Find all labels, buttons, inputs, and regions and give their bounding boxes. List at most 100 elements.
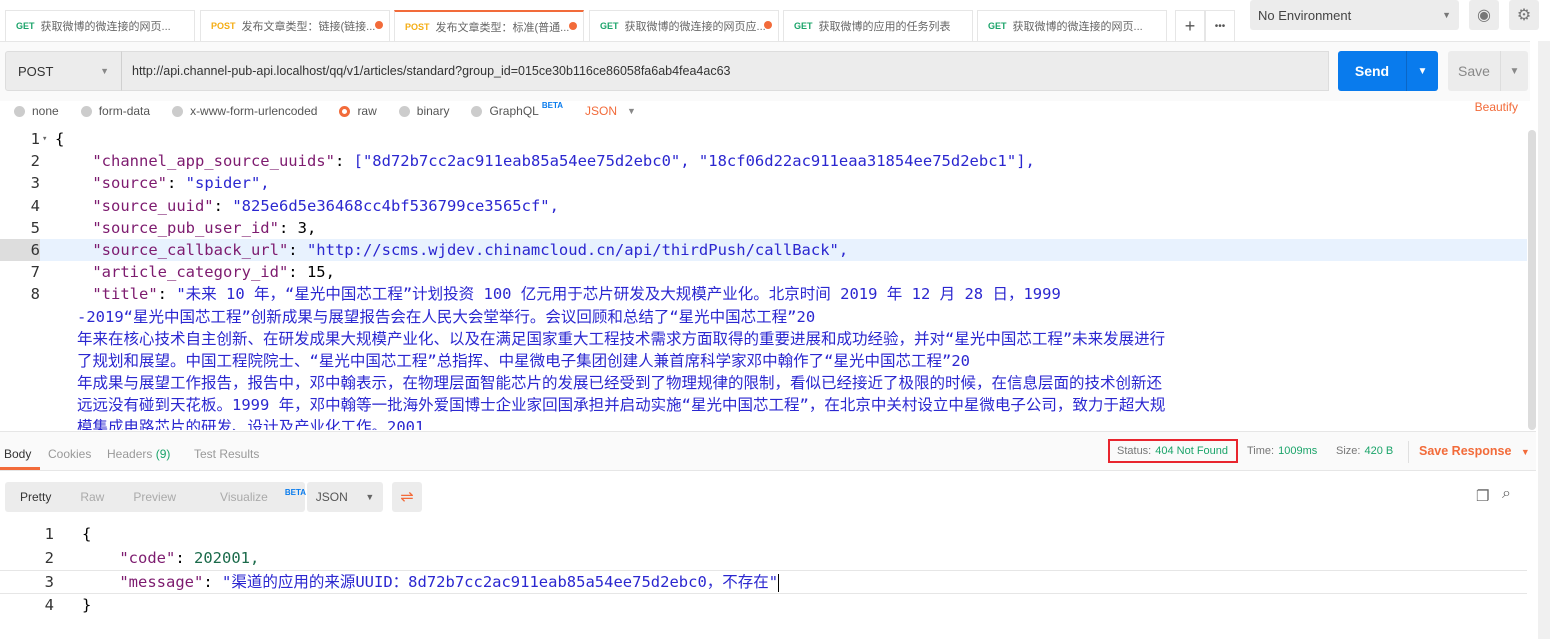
tab-method: GET xyxy=(794,21,813,31)
request-tab[interactable]: GET 获取微博的应用的任务列表 xyxy=(783,10,973,41)
search-icon[interactable]: ⌕ xyxy=(1502,485,1511,503)
tab-title: 发布文章类型：链接(链接... xyxy=(241,21,376,33)
json-value: "http://scms.wjdev.chinamcloud.cn/api/th… xyxy=(306,240,849,259)
send-options-chevron-icon[interactable]: ▼ xyxy=(1407,51,1438,91)
wrapped-line: 年来在核心技术自主创新、在研发成果大规模产业化、以及在满足国家重大工程技术需求方… xyxy=(77,329,1166,348)
divider xyxy=(1408,441,1409,463)
radio-icon xyxy=(398,105,410,117)
format-value: JSON xyxy=(315,490,348,504)
option-label: binary xyxy=(416,104,450,118)
new-tab-button[interactable]: + xyxy=(1175,10,1205,41)
json-value: "渠道的应用的来源UUID：8d72b7cc2ac911eab85a54ee75… xyxy=(222,573,779,592)
more-tabs-button[interactable]: ••• xyxy=(1205,10,1235,41)
save-options-chevron-icon[interactable]: ▼ xyxy=(1501,51,1528,91)
beta-badge: BETA xyxy=(284,488,307,497)
line-number: 1 xyxy=(30,130,40,148)
save-response-label: Save Response xyxy=(1419,444,1512,458)
line-number: 4 xyxy=(44,595,54,614)
json-key: "title" xyxy=(92,285,158,304)
tab-method: POST xyxy=(211,21,236,31)
chevron-down-icon: ▼ xyxy=(627,106,636,116)
view-raw[interactable]: Raw xyxy=(80,490,104,504)
size-label: Size: xyxy=(1336,445,1361,457)
response-format-select[interactable]: JSON ▼ xyxy=(307,482,383,512)
option-label: none xyxy=(32,104,59,118)
tab-method: POST xyxy=(405,21,430,32)
unsaved-dot-icon xyxy=(375,21,383,29)
json-key: "source" xyxy=(92,174,167,193)
json-key: "source_uuid" xyxy=(92,196,214,215)
json-value: "825e6d5e36468cc4bf536799ce3565cf", xyxy=(232,196,559,215)
editor-scrollbar[interactable] xyxy=(1528,130,1536,430)
tab-title: 获取微博的微连接的网页... xyxy=(40,21,171,33)
raw-format-select[interactable]: JSON ▼ xyxy=(585,104,636,118)
active-tab-indicator xyxy=(0,467,40,470)
json-value: ["8d72b7cc2ac911eab85a54ee75d2ebc0", "18… xyxy=(353,152,1035,171)
save-button-group: Save ▼ xyxy=(1448,51,1528,91)
response-time: Time: 1009ms xyxy=(1247,445,1317,457)
line-number: 2 xyxy=(44,548,54,567)
beautify-link[interactable]: Beautify xyxy=(1475,100,1518,114)
headers-count: (9) xyxy=(155,447,171,461)
save-response-button[interactable]: Save Response ▼ xyxy=(1419,444,1530,458)
body-type-none[interactable]: none xyxy=(14,104,59,118)
json-key: "code" xyxy=(119,548,176,567)
view-visualize[interactable]: Visualize BETA xyxy=(205,488,320,504)
send-button[interactable]: Send xyxy=(1338,51,1407,91)
environment-select[interactable]: No Environment ▼ xyxy=(1250,0,1459,30)
json-key: "message" xyxy=(119,573,204,592)
text-cursor xyxy=(778,573,780,592)
tab-test-results[interactable]: Test Results xyxy=(194,447,259,461)
request-tab[interactable]: GET 获取微博的微连接的网页应... xyxy=(589,10,779,41)
body-type-graphql[interactable]: GraphQL BETA xyxy=(471,101,563,118)
line-number: 5 xyxy=(30,218,40,237)
body-type-raw[interactable]: raw xyxy=(339,104,377,118)
json-key: "channel_app_source_uuids" xyxy=(92,152,335,171)
eye-icon[interactable]: ◉ xyxy=(1469,0,1499,30)
environment-value: No Environment xyxy=(1258,7,1352,23)
fold-arrow-icon[interactable]: ▾ xyxy=(40,128,55,150)
tab-cookies[interactable]: Cookies xyxy=(48,447,91,461)
tab-headers[interactable]: Headers (9) xyxy=(107,447,170,461)
radio-selected-icon xyxy=(339,105,351,117)
json-value: "未来 10 年，“星光中国芯工程”计划投资 100 亿元用于芯片研发及大规模产… xyxy=(176,285,1061,304)
gear-icon[interactable]: ⚙ xyxy=(1509,0,1539,30)
url-input[interactable]: http://api.channel-pub-api.localhost/qq/… xyxy=(121,51,1329,91)
radio-icon xyxy=(172,105,184,117)
line-number: 8 xyxy=(30,285,40,304)
code-text: { xyxy=(55,130,65,148)
wrapped-line: 年成果与展望工作报告，报告中，邓中翰表示，在物理层面智能芯片的发展已经受到了物理… xyxy=(77,374,1163,393)
status-badge: Status: 404 Not Found xyxy=(1108,439,1238,463)
request-tab-active[interactable]: POST 发布文章类型：标准(普通... xyxy=(394,10,584,41)
copy-icon[interactable]: ❐ xyxy=(1476,487,1489,505)
radio-icon xyxy=(80,105,92,117)
method-value: POST xyxy=(18,63,54,79)
request-tab[interactable]: POST 发布文章类型：链接(链接... xyxy=(200,10,390,41)
request-tab[interactable]: GET 获取微博的微连接的网页... xyxy=(5,10,195,41)
request-tab[interactable]: GET 获取微博的微连接的网页... xyxy=(977,10,1167,41)
size-value: 420 B xyxy=(1364,445,1394,457)
body-type-form-data[interactable]: form-data xyxy=(80,104,151,118)
tab-body[interactable]: Body xyxy=(4,447,31,461)
wrap-lines-icon[interactable]: ⇌ xyxy=(392,482,422,512)
save-button[interactable]: Save xyxy=(1448,51,1501,91)
line-number: 6 xyxy=(0,238,40,262)
request-body-editor[interactable]: 1 ▾{ 2 "channel_app_source_uuids": ["8d72… xyxy=(0,128,1527,430)
view-preview[interactable]: Preview xyxy=(133,490,176,504)
body-type-urlencoded[interactable]: x-www-form-urlencoded xyxy=(172,104,317,118)
json-key: "source_callback_url" xyxy=(92,240,289,259)
option-label: x-www-form-urlencoded xyxy=(190,104,318,118)
tab-title: 获取微博的微连接的网页... xyxy=(1012,21,1143,33)
tab-title: 发布文章类型：标准(普通... xyxy=(435,21,570,34)
chevron-down-icon: ▼ xyxy=(100,66,109,76)
radio-icon xyxy=(14,105,25,117)
tab-method: GET xyxy=(988,21,1007,31)
page-scrollbar[interactable] xyxy=(1538,41,1550,639)
option-label: form-data xyxy=(98,104,151,118)
wrapped-line: 了规划和展望。中国工程院院士、“星光中国芯工程”总指挥、中星微电子集团创建人兼首… xyxy=(77,351,970,370)
status-value: 404 Not Found xyxy=(1155,445,1229,457)
wrapped-line: 远远没有碰到天花板。1999 年，邓中翰等一批海外爱国博士企业家回国承担并启动实… xyxy=(77,396,1166,415)
view-pretty[interactable]: Pretty xyxy=(20,490,51,504)
body-type-binary[interactable]: binary xyxy=(398,104,450,118)
method-select[interactable]: POST ▼ xyxy=(5,51,122,91)
